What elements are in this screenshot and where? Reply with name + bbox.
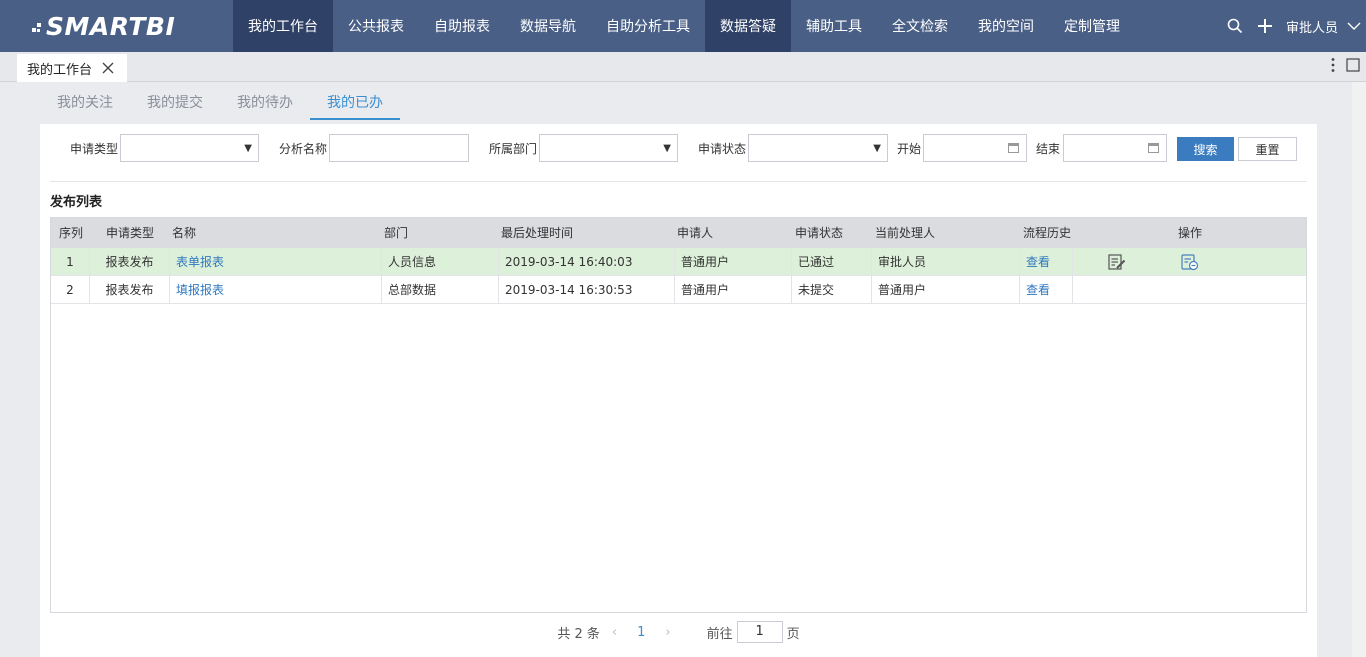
dropdown-arrow-icon: ▼: [663, 143, 671, 154]
calendar-icon[interactable]: [1148, 143, 1159, 153]
col-applicant: 申请人: [677, 226, 714, 240]
table-header: 序列 申请类型 名称 部门 最后处理时间 申请人 申请状态 当前处理人 流程历史…: [51, 218, 1306, 248]
apply-type-label: 申请类型: [70, 142, 119, 156]
close-icon[interactable]: [102, 62, 114, 74]
page-tab-workbench[interactable]: 我的工作台: [17, 54, 127, 82]
col-status: 申请状态: [795, 226, 844, 240]
edit-icon[interactable]: [1108, 254, 1126, 274]
col-name: 名称: [172, 226, 197, 240]
col-apply-type: 申请类型: [106, 226, 155, 240]
end-date-input[interactable]: [1063, 134, 1167, 162]
nav-item-public-reports[interactable]: 公共报表: [333, 0, 419, 52]
table-row[interactable]: 1 报表发布 表单报表 人员信息 2019-03-14 16:40:03 普通用…: [51, 248, 1306, 276]
current-user[interactable]: 审批人员: [1280, 17, 1342, 36]
logo-text: SMARTBI: [46, 11, 176, 41]
start-date-label: 开始: [897, 142, 922, 156]
calendar-icon[interactable]: [1008, 143, 1019, 153]
top-right-tools: 审批人员: [1220, 0, 1366, 52]
dropdown-arrow-icon: ▼: [873, 143, 881, 154]
cell-seq: 1: [51, 248, 90, 276]
tab-my-done[interactable]: 我的已办: [310, 88, 400, 120]
cell-handler: 普通用户: [872, 276, 1020, 304]
col-handler: 当前处理人: [875, 226, 936, 240]
nav-item-full-text-search[interactable]: 全文检索: [877, 0, 963, 52]
cell-applicant: 普通用户: [675, 276, 792, 304]
tab-my-todo[interactable]: 我的待办: [220, 88, 310, 120]
cell-time: 2019-03-14 16:40:03: [499, 248, 675, 276]
page-number[interactable]: 1: [637, 625, 645, 640]
end-date-label: 结束: [1036, 142, 1061, 156]
dept-label: 所属部门: [489, 142, 538, 156]
cell-type: 报表发布: [90, 276, 170, 304]
filter-bar: 申请类型 ▼ 分析名称 所属部门 ▼ 申请状态 ▼ 开始 结束 搜索 重置: [40, 134, 1317, 162]
dept-select[interactable]: ▼: [539, 134, 678, 162]
divider: [50, 181, 1307, 182]
logo-mark-icon: [32, 19, 44, 33]
analysis-name-label: 分析名称: [279, 142, 328, 156]
table-row[interactable]: 2 报表发布 填报报表 总部数据 2019-03-14 16:30:53 普通用…: [51, 276, 1306, 304]
nav-item-data-navigation[interactable]: 数据导航: [505, 0, 591, 52]
cell-dept: 总部数据: [382, 276, 499, 304]
goto-prefix: 前往: [706, 626, 733, 642]
pagination: 共 2 条 ‹ 1 › 前往 1 页: [40, 621, 1317, 643]
more-vertical-icon[interactable]: [1330, 57, 1336, 77]
cell-seq: 2: [51, 276, 90, 304]
approval-record-icon[interactable]: [1181, 254, 1199, 275]
vertical-scrollbar[interactable]: [1352, 82, 1366, 657]
main-panel: 申请类型 ▼ 分析名称 所属部门 ▼ 申请状态 ▼ 开始 结束 搜索 重置 发布…: [40, 124, 1317, 657]
reset-button[interactable]: 重置: [1238, 137, 1297, 161]
nav-item-self-service-reports[interactable]: 自助报表: [419, 0, 505, 52]
total-count: 共 2 条: [557, 626, 600, 642]
apply-status-label: 申请状态: [698, 142, 747, 156]
publish-list-table: 序列 申请类型 名称 部门 最后处理时间 申请人 申请状态 当前处理人 流程历史…: [50, 217, 1307, 613]
apply-type-select[interactable]: ▼: [120, 134, 259, 162]
start-date-input[interactable]: [923, 134, 1027, 162]
nav-item-analysis-tools[interactable]: 自助分析工具: [591, 0, 705, 52]
cell-status: 已通过: [792, 248, 872, 276]
col-history: 流程历史: [1023, 226, 1072, 240]
search-button[interactable]: 搜索: [1177, 137, 1234, 161]
apply-status-select[interactable]: ▼: [748, 134, 888, 162]
cell-type: 报表发布: [90, 248, 170, 276]
col-dept: 部门: [384, 226, 409, 240]
smartbi-logo[interactable]: SMARTBI: [0, 0, 233, 52]
nav-item-workbench[interactable]: 我的工作台: [233, 0, 333, 52]
tab-my-submissions[interactable]: 我的提交: [130, 88, 220, 120]
page-tab-strip: 我的工作台: [0, 52, 1366, 82]
nav-item-auxiliary-tools[interactable]: 辅助工具: [791, 0, 877, 52]
dropdown-arrow-icon: ▼: [244, 143, 252, 154]
cell-name-link[interactable]: 填报报表: [170, 276, 382, 304]
tab-my-follows[interactable]: 我的关注: [40, 88, 130, 120]
tab-strip-tools: [1330, 52, 1360, 82]
cell-dept: 人员信息: [382, 248, 499, 276]
goto-page-input[interactable]: 1: [736, 621, 783, 643]
col-last-time: 最后处理时间: [501, 226, 574, 240]
search-icon[interactable]: [1220, 0, 1250, 52]
add-icon[interactable]: [1250, 0, 1280, 52]
cell-handler: 审批人员: [872, 248, 1020, 276]
cell-history-view-link[interactable]: 查看: [1020, 248, 1073, 276]
cell-time: 2019-03-14 16:30:53: [499, 276, 675, 304]
list-title: 发布列表: [50, 195, 103, 210]
col-actions: 操作: [1178, 226, 1203, 240]
chevron-down-icon[interactable]: [1342, 21, 1366, 31]
cell-history-view-link[interactable]: 查看: [1020, 276, 1073, 304]
analysis-name-input[interactable]: [329, 134, 469, 162]
nav-item-data-qa[interactable]: 数据答疑: [705, 0, 791, 52]
col-seq: 序列: [59, 226, 84, 240]
workbench-subtabs: 我的关注 我的提交 我的待办 我的已办: [40, 88, 400, 120]
prev-page-icon[interactable]: ‹: [612, 625, 617, 640]
cell-status: 未提交: [792, 276, 872, 304]
next-page-icon[interactable]: ›: [665, 625, 670, 640]
main-nav: 我的工作台 公共报表 自助报表 数据导航 自助分析工具 数据答疑 辅助工具 全文…: [233, 0, 1135, 52]
maximize-icon[interactable]: [1346, 58, 1360, 76]
nav-item-custom-management[interactable]: 定制管理: [1049, 0, 1135, 52]
page-tab-label: 我的工作台: [27, 62, 93, 78]
goto-suffix: 页: [786, 626, 800, 642]
nav-item-my-space[interactable]: 我的空间: [963, 0, 1049, 52]
cell-name-link[interactable]: 表单报表: [170, 248, 382, 276]
cell-applicant: 普通用户: [675, 248, 792, 276]
top-nav-bar: SMARTBI 我的工作台 公共报表 自助报表 数据导航 自助分析工具 数据答疑…: [0, 0, 1366, 52]
